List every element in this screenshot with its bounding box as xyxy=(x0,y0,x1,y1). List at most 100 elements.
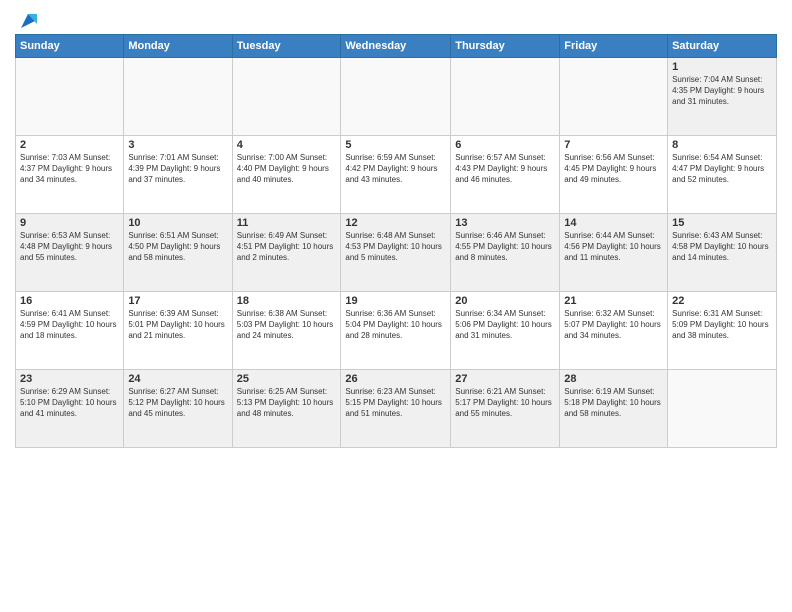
calendar-day-cell: 24Sunrise: 6:27 AM Sunset: 5:12 PM Dayli… xyxy=(124,370,232,448)
calendar-day-cell: 9Sunrise: 6:53 AM Sunset: 4:48 PM Daylig… xyxy=(16,214,124,292)
calendar-header-row: SundayMondayTuesdayWednesdayThursdayFrid… xyxy=(16,35,777,58)
day-number: 3 xyxy=(128,139,227,151)
weekday-header: Monday xyxy=(124,35,232,58)
day-number: 19 xyxy=(345,295,446,307)
logo xyxy=(15,10,39,30)
day-info: Sunrise: 6:59 AM Sunset: 4:42 PM Dayligh… xyxy=(345,152,446,186)
day-info: Sunrise: 6:46 AM Sunset: 4:55 PM Dayligh… xyxy=(455,230,555,264)
day-number: 14 xyxy=(564,217,663,229)
calendar-week-row: 16Sunrise: 6:41 AM Sunset: 4:59 PM Dayli… xyxy=(16,292,777,370)
calendar-day-cell: 11Sunrise: 6:49 AM Sunset: 4:51 PM Dayli… xyxy=(232,214,341,292)
calendar-day-cell: 26Sunrise: 6:23 AM Sunset: 5:15 PM Dayli… xyxy=(341,370,451,448)
day-info: Sunrise: 7:03 AM Sunset: 4:37 PM Dayligh… xyxy=(20,152,119,186)
day-number: 23 xyxy=(20,373,119,385)
calendar-day-cell: 6Sunrise: 6:57 AM Sunset: 4:43 PM Daylig… xyxy=(451,136,560,214)
day-info: Sunrise: 6:49 AM Sunset: 4:51 PM Dayligh… xyxy=(237,230,337,264)
day-info: Sunrise: 6:34 AM Sunset: 5:06 PM Dayligh… xyxy=(455,308,555,342)
day-number: 12 xyxy=(345,217,446,229)
calendar-week-row: 9Sunrise: 6:53 AM Sunset: 4:48 PM Daylig… xyxy=(16,214,777,292)
calendar-day-cell: 2Sunrise: 7:03 AM Sunset: 4:37 PM Daylig… xyxy=(16,136,124,214)
day-info: Sunrise: 6:21 AM Sunset: 5:17 PM Dayligh… xyxy=(455,386,555,420)
day-info: Sunrise: 7:00 AM Sunset: 4:40 PM Dayligh… xyxy=(237,152,337,186)
day-info: Sunrise: 7:01 AM Sunset: 4:39 PM Dayligh… xyxy=(128,152,227,186)
day-number: 6 xyxy=(455,139,555,151)
calendar-day-cell: 27Sunrise: 6:21 AM Sunset: 5:17 PM Dayli… xyxy=(451,370,560,448)
calendar-week-row: 1Sunrise: 7:04 AM Sunset: 4:35 PM Daylig… xyxy=(16,58,777,136)
calendar-week-row: 23Sunrise: 6:29 AM Sunset: 5:10 PM Dayli… xyxy=(16,370,777,448)
day-number: 28 xyxy=(564,373,663,385)
calendar-day-cell xyxy=(668,370,777,448)
calendar-day-cell: 13Sunrise: 6:46 AM Sunset: 4:55 PM Dayli… xyxy=(451,214,560,292)
calendar-day-cell: 15Sunrise: 6:43 AM Sunset: 4:58 PM Dayli… xyxy=(668,214,777,292)
calendar-day-cell xyxy=(560,58,668,136)
calendar-day-cell: 18Sunrise: 6:38 AM Sunset: 5:03 PM Dayli… xyxy=(232,292,341,370)
calendar-day-cell: 8Sunrise: 6:54 AM Sunset: 4:47 PM Daylig… xyxy=(668,136,777,214)
day-info: Sunrise: 6:41 AM Sunset: 4:59 PM Dayligh… xyxy=(20,308,119,342)
calendar-day-cell: 4Sunrise: 7:00 AM Sunset: 4:40 PM Daylig… xyxy=(232,136,341,214)
page: SundayMondayTuesdayWednesdayThursdayFrid… xyxy=(0,0,792,612)
calendar-day-cell: 12Sunrise: 6:48 AM Sunset: 4:53 PM Dayli… xyxy=(341,214,451,292)
day-number: 26 xyxy=(345,373,446,385)
day-number: 5 xyxy=(345,139,446,151)
calendar-day-cell: 20Sunrise: 6:34 AM Sunset: 5:06 PM Dayli… xyxy=(451,292,560,370)
day-info: Sunrise: 6:19 AM Sunset: 5:18 PM Dayligh… xyxy=(564,386,663,420)
calendar-day-cell: 25Sunrise: 6:25 AM Sunset: 5:13 PM Dayli… xyxy=(232,370,341,448)
day-number: 10 xyxy=(128,217,227,229)
calendar-day-cell: 21Sunrise: 6:32 AM Sunset: 5:07 PM Dayli… xyxy=(560,292,668,370)
calendar-day-cell: 17Sunrise: 6:39 AM Sunset: 5:01 PM Dayli… xyxy=(124,292,232,370)
calendar-day-cell: 10Sunrise: 6:51 AM Sunset: 4:50 PM Dayli… xyxy=(124,214,232,292)
calendar-day-cell: 14Sunrise: 6:44 AM Sunset: 4:56 PM Dayli… xyxy=(560,214,668,292)
calendar-day-cell xyxy=(232,58,341,136)
day-number: 21 xyxy=(564,295,663,307)
calendar-day-cell: 28Sunrise: 6:19 AM Sunset: 5:18 PM Dayli… xyxy=(560,370,668,448)
day-number: 11 xyxy=(237,217,337,229)
day-number: 24 xyxy=(128,373,227,385)
day-number: 22 xyxy=(672,295,772,307)
day-number: 13 xyxy=(455,217,555,229)
calendar-day-cell xyxy=(341,58,451,136)
day-info: Sunrise: 6:51 AM Sunset: 4:50 PM Dayligh… xyxy=(128,230,227,264)
day-number: 1 xyxy=(672,61,772,73)
day-number: 18 xyxy=(237,295,337,307)
day-number: 7 xyxy=(564,139,663,151)
calendar-day-cell xyxy=(124,58,232,136)
day-number: 17 xyxy=(128,295,227,307)
calendar-day-cell: 5Sunrise: 6:59 AM Sunset: 4:42 PM Daylig… xyxy=(341,136,451,214)
calendar-day-cell xyxy=(16,58,124,136)
day-number: 16 xyxy=(20,295,119,307)
day-info: Sunrise: 6:57 AM Sunset: 4:43 PM Dayligh… xyxy=(455,152,555,186)
day-info: Sunrise: 6:38 AM Sunset: 5:03 PM Dayligh… xyxy=(237,308,337,342)
calendar-day-cell: 16Sunrise: 6:41 AM Sunset: 4:59 PM Dayli… xyxy=(16,292,124,370)
calendar-day-cell: 23Sunrise: 6:29 AM Sunset: 5:10 PM Dayli… xyxy=(16,370,124,448)
day-info: Sunrise: 6:36 AM Sunset: 5:04 PM Dayligh… xyxy=(345,308,446,342)
day-info: Sunrise: 6:32 AM Sunset: 5:07 PM Dayligh… xyxy=(564,308,663,342)
weekday-header: Sunday xyxy=(16,35,124,58)
calendar-day-cell: 7Sunrise: 6:56 AM Sunset: 4:45 PM Daylig… xyxy=(560,136,668,214)
day-info: Sunrise: 6:23 AM Sunset: 5:15 PM Dayligh… xyxy=(345,386,446,420)
day-info: Sunrise: 6:29 AM Sunset: 5:10 PM Dayligh… xyxy=(20,386,119,420)
day-info: Sunrise: 6:43 AM Sunset: 4:58 PM Dayligh… xyxy=(672,230,772,264)
day-info: Sunrise: 6:44 AM Sunset: 4:56 PM Dayligh… xyxy=(564,230,663,264)
header xyxy=(15,10,777,30)
day-info: Sunrise: 6:27 AM Sunset: 5:12 PM Dayligh… xyxy=(128,386,227,420)
calendar-day-cell: 1Sunrise: 7:04 AM Sunset: 4:35 PM Daylig… xyxy=(668,58,777,136)
day-info: Sunrise: 6:39 AM Sunset: 5:01 PM Dayligh… xyxy=(128,308,227,342)
calendar-week-row: 2Sunrise: 7:03 AM Sunset: 4:37 PM Daylig… xyxy=(16,136,777,214)
weekday-header: Friday xyxy=(560,35,668,58)
day-info: Sunrise: 6:48 AM Sunset: 4:53 PM Dayligh… xyxy=(345,230,446,264)
weekday-header: Wednesday xyxy=(341,35,451,58)
weekday-header: Saturday xyxy=(668,35,777,58)
weekday-header: Tuesday xyxy=(232,35,341,58)
calendar: SundayMondayTuesdayWednesdayThursdayFrid… xyxy=(15,34,777,448)
day-info: Sunrise: 7:04 AM Sunset: 4:35 PM Dayligh… xyxy=(672,74,772,108)
day-number: 15 xyxy=(672,217,772,229)
day-number: 4 xyxy=(237,139,337,151)
weekday-header: Thursday xyxy=(451,35,560,58)
day-number: 2 xyxy=(20,139,119,151)
day-info: Sunrise: 6:31 AM Sunset: 5:09 PM Dayligh… xyxy=(672,308,772,342)
day-info: Sunrise: 6:56 AM Sunset: 4:45 PM Dayligh… xyxy=(564,152,663,186)
calendar-day-cell: 19Sunrise: 6:36 AM Sunset: 5:04 PM Dayli… xyxy=(341,292,451,370)
day-number: 27 xyxy=(455,373,555,385)
day-number: 8 xyxy=(672,139,772,151)
logo-icon xyxy=(17,10,39,32)
